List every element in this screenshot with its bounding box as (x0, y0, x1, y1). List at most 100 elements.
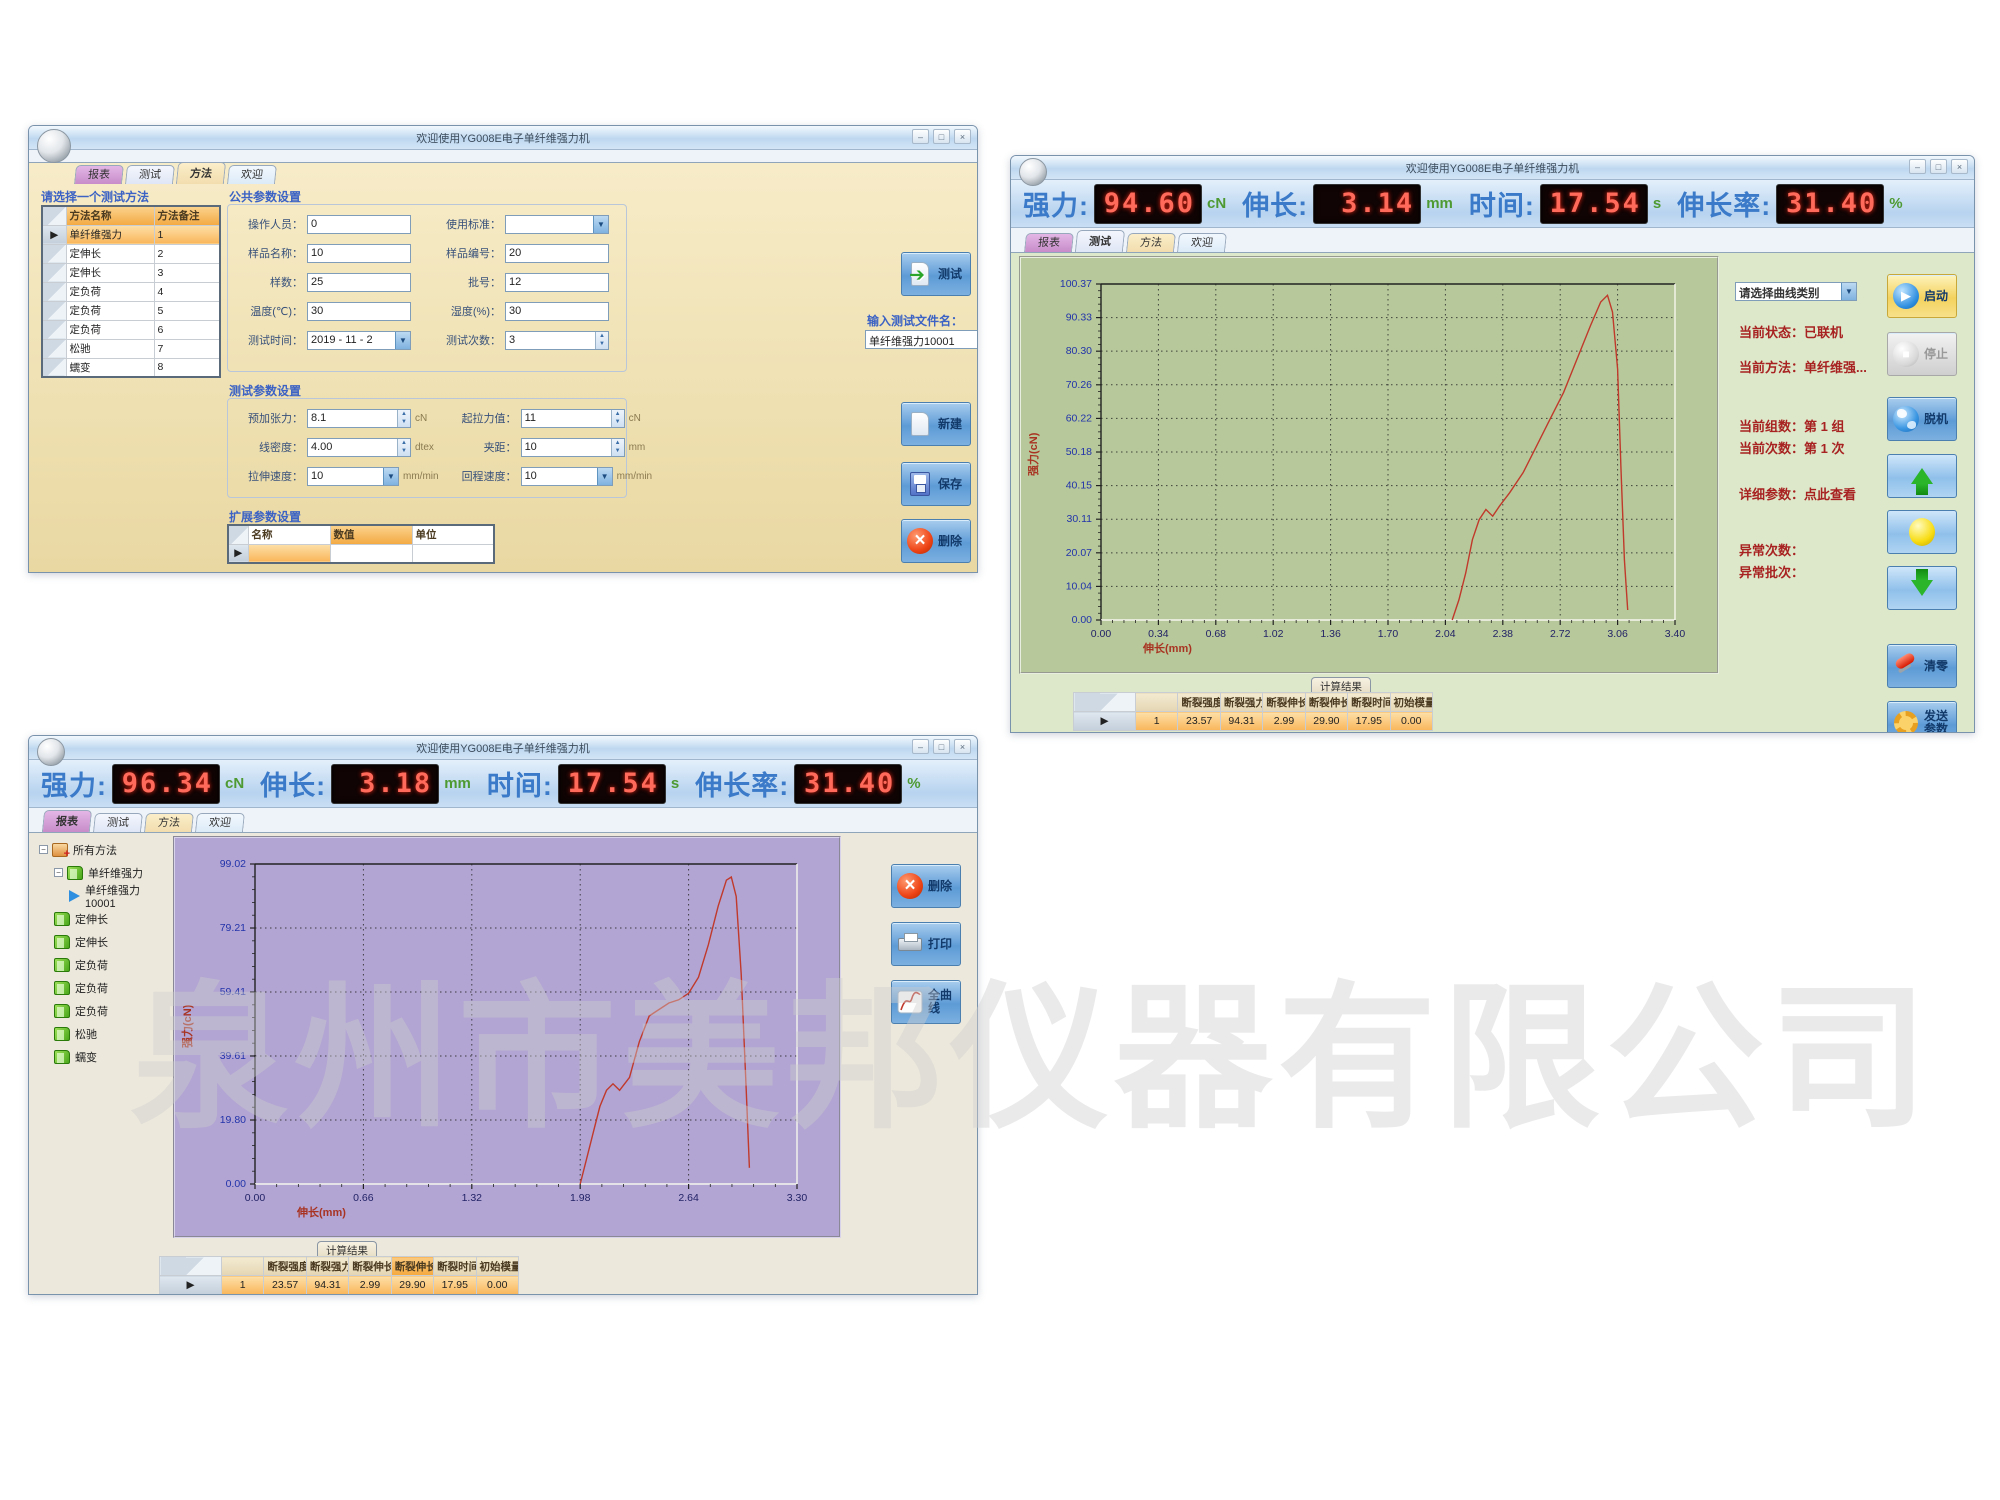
param-input[interactable]: 10▲▼ (521, 438, 625, 457)
tab-test[interactable]: 测试 (93, 813, 143, 832)
delete-button[interactable]: × 删除 (891, 864, 961, 908)
tab-method[interactable]: 方法 (176, 162, 226, 184)
chevron-down-icon[interactable]: ▼ (395, 332, 410, 349)
param-input[interactable]: 11▲▼ (521, 409, 625, 428)
spinner-control[interactable]: ▲▼ (595, 332, 608, 349)
close-button[interactable]: × (954, 739, 971, 754)
detail-params-link[interactable]: 详细参数：点此查看 (1739, 484, 1856, 503)
chevron-down-icon[interactable]: ▼ (1841, 283, 1856, 300)
minimize-button[interactable]: – (912, 129, 929, 144)
spinner-control[interactable]: ▲▼ (611, 439, 624, 456)
maximize-button[interactable]: □ (933, 129, 950, 144)
table-row[interactable]: 定负荷4 (42, 282, 220, 301)
tab-report[interactable]: 报表 (42, 810, 92, 832)
offline-button[interactable]: 脱机 (1887, 397, 1957, 441)
param-input[interactable]: 4.00▲▼ (307, 438, 411, 457)
tab-welcome[interactable]: 欢迎 (1177, 233, 1227, 252)
tree-item[interactable]: 定伸长 (37, 930, 167, 953)
param-input[interactable]: 3▲▼ (505, 331, 609, 350)
tab-report[interactable]: 报表 (1024, 233, 1074, 252)
param-value: 3 (506, 332, 595, 349)
param-value: 10 (522, 468, 597, 485)
close-button[interactable]: × (954, 129, 971, 144)
tab-report[interactable]: 报表 (74, 165, 124, 184)
tab-welcome[interactable]: 欢迎 (227, 165, 277, 184)
spinner-control[interactable]: ▲▼ (611, 410, 624, 427)
table-row[interactable]: 定伸长3 (42, 263, 220, 282)
delete-button[interactable]: × 删除 (901, 519, 971, 563)
table-row[interactable]: 蠕变8 (42, 358, 220, 377)
minimize-button[interactable]: – (912, 739, 929, 754)
run-test-button[interactable]: 测试 (901, 252, 971, 296)
new-button[interactable]: 新建 (901, 402, 971, 446)
chevron-down-icon[interactable]: ▼ (597, 468, 612, 485)
tree-item[interactable]: 定负荷 (37, 999, 167, 1022)
results-table: 断裂强度断裂强力断裂伸长断裂伸长率断裂时间初始模量▶123.5794.312.9… (1073, 692, 1433, 731)
tab-method[interactable]: 方法 (1126, 233, 1176, 252)
param-value: 10 (522, 439, 611, 456)
tab-test[interactable]: 测试 (125, 165, 175, 184)
table-cell (412, 544, 494, 563)
param-input[interactable]: 10▼ (307, 467, 399, 486)
red-x-icon: × (906, 527, 934, 555)
table-row[interactable]: 松驰7 (42, 339, 220, 358)
tree-item[interactable]: 定负荷 (37, 976, 167, 999)
file-name-input[interactable]: 单纤维强力10001 (865, 330, 978, 349)
table-row[interactable]: 定伸长2 (42, 244, 220, 263)
maximize-button[interactable]: □ (1930, 159, 1947, 174)
param-input[interactable]: 12 (505, 273, 609, 292)
table-row[interactable]: ▶123.5794.312.9929.9017.950.00 (160, 1276, 519, 1295)
table-row[interactable]: ▶单纤维强力1 (42, 225, 220, 244)
title-bar[interactable]: 欢迎使用YG008E电子单纤维强力机 – □ × (29, 126, 977, 150)
param-input[interactable]: ▼ (505, 215, 609, 234)
tree-item-label: 单纤维强力 (88, 865, 143, 881)
param-input[interactable]: 30 (505, 302, 609, 321)
jog-up-button[interactable] (1887, 454, 1957, 498)
tree-expander-icon[interactable]: − (39, 845, 48, 854)
spinner-control[interactable]: ▲▼ (397, 439, 410, 456)
spinner-control[interactable]: ▲▼ (397, 410, 410, 427)
tab-method[interactable]: 方法 (144, 813, 194, 832)
minimize-button[interactable]: – (1909, 159, 1926, 174)
tree-item[interactable]: 定负荷 (37, 953, 167, 976)
param-input[interactable]: 10▼ (521, 467, 613, 486)
param-input[interactable]: 30 (307, 302, 411, 321)
jog-down-button[interactable] (1887, 566, 1957, 610)
tree-item[interactable]: 单纤维强力10001 (37, 884, 167, 907)
curve-type-select[interactable]: 请选择曲线类别 ▼ (1735, 282, 1857, 301)
tree-item[interactable]: 蠕变 (37, 1045, 167, 1068)
param-input[interactable]: 2019 - 11 - 2▼ (307, 331, 411, 350)
ext-params-table: 名称数值单位▶ (227, 524, 495, 564)
chevron-down-icon[interactable]: ▼ (593, 216, 608, 233)
tree-item[interactable]: −所有方法 (37, 838, 167, 861)
tree-item[interactable]: 松驰 (37, 1022, 167, 1045)
start-button[interactable]: ▶ 启动 (1887, 274, 1957, 318)
title-bar[interactable]: 欢迎使用YG008E电子单纤维强力机 – □ × (1011, 156, 1974, 180)
tab-test[interactable]: 测试 (1075, 230, 1125, 252)
close-button[interactable]: × (1951, 159, 1968, 174)
tab-welcome[interactable]: 欢迎 (195, 813, 245, 832)
param-input[interactable]: 0 (307, 215, 411, 234)
param-input[interactable]: 20 (505, 244, 609, 263)
table-row[interactable]: ▶123.5794.312.9929.9017.950.00 (1074, 712, 1433, 731)
stop-button[interactable]: ■ 停止 (1887, 332, 1957, 376)
chevron-down-icon[interactable]: ▼ (383, 468, 398, 485)
param-input[interactable]: 25 (307, 273, 411, 292)
send-params-button[interactable]: 发送参数 (1887, 701, 1957, 733)
param-label: 测试时间： (233, 332, 303, 348)
tree-expander-icon[interactable]: − (54, 868, 63, 877)
zero-clear-button[interactable]: 清零 (1887, 644, 1957, 688)
maximize-button[interactable]: □ (933, 739, 950, 754)
tree-item-label: 定负荷 (75, 980, 108, 996)
title-bar[interactable]: 欢迎使用YG008E电子单纤维强力机 – □ × (29, 736, 977, 760)
param-input[interactable]: 10 (307, 244, 411, 263)
print-button[interactable]: 打印 (891, 922, 961, 966)
save-button[interactable]: 保存 (901, 462, 971, 506)
pause-ball-button[interactable] (1887, 510, 1957, 554)
table-row[interactable]: 定负荷5 (42, 301, 220, 320)
tree-item[interactable]: 定伸长 (37, 907, 167, 930)
table-row[interactable]: 定负荷6 (42, 320, 220, 339)
table-row[interactable]: ▶ (228, 544, 494, 563)
param-input[interactable]: 8.1▲▼ (307, 409, 411, 428)
full-curve-button[interactable]: 全曲线 (891, 980, 961, 1024)
